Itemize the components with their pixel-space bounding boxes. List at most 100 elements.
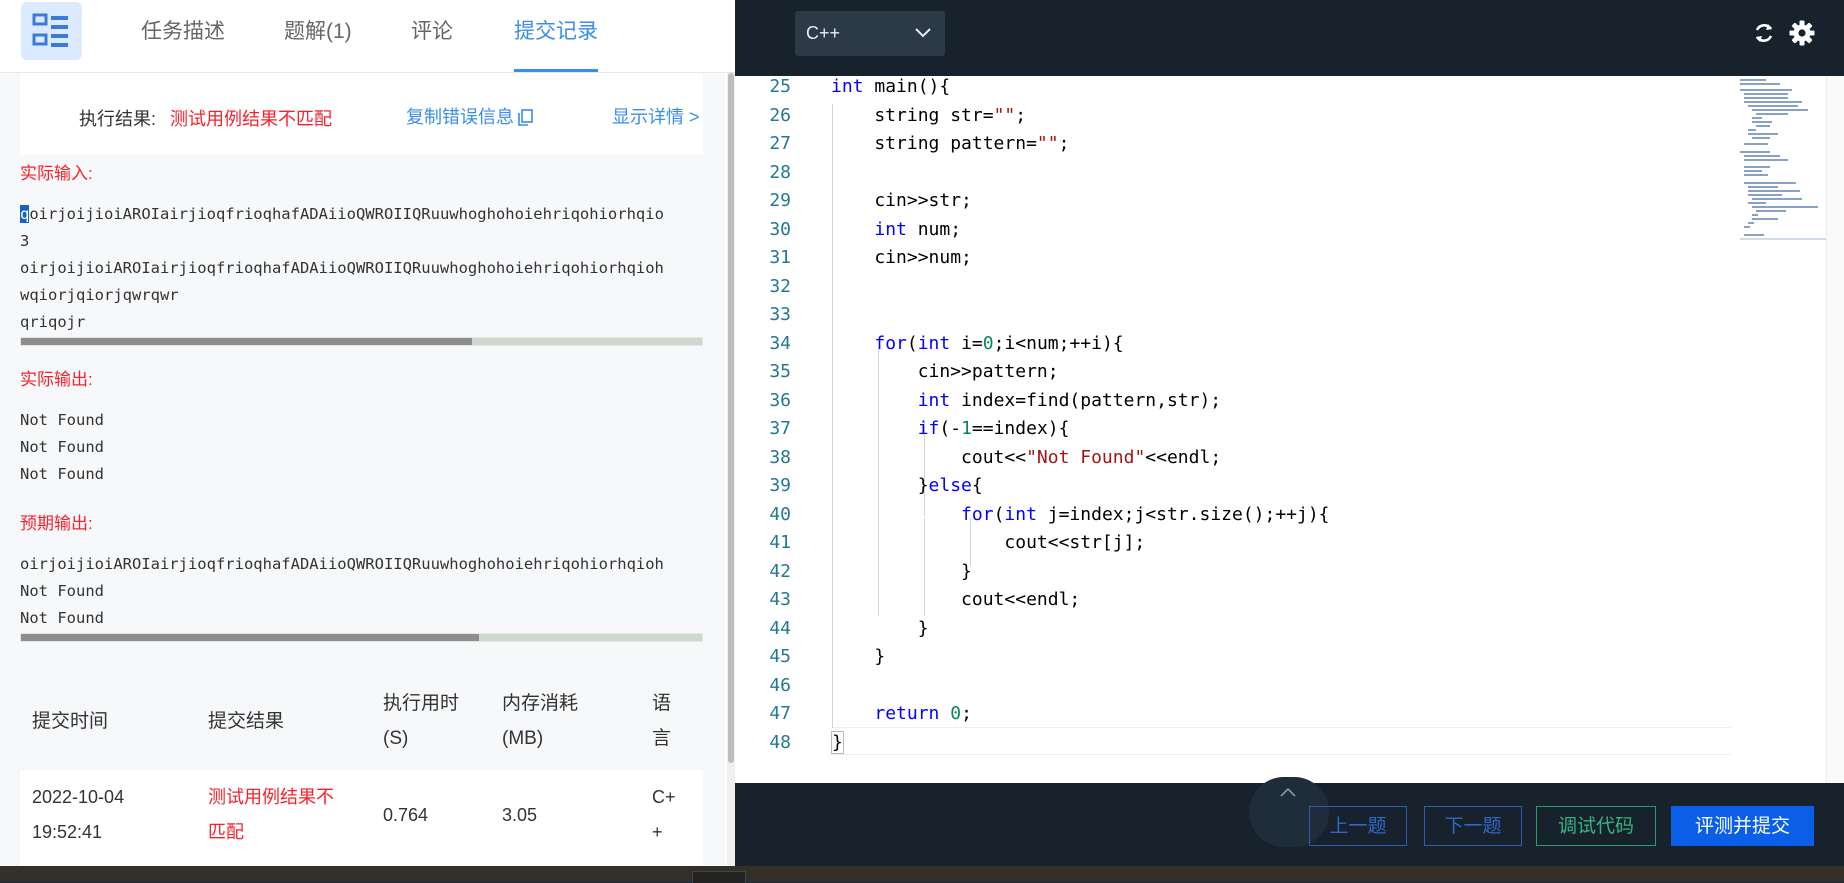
current-line-highlight: [831, 727, 1731, 755]
tab-comments[interactable]: 评论: [411, 0, 453, 72]
code-line: cout<<str[j];: [831, 532, 1146, 553]
tab-task-description[interactable]: 任务描述: [141, 0, 225, 72]
code-line: cin>>num;: [831, 247, 972, 268]
result-label: 执行结果:: [79, 109, 157, 129]
editor-toolbar: C++: [735, 0, 1844, 76]
taskbar-item[interactable]: [692, 871, 746, 883]
cursor-char: q: [20, 205, 30, 223]
actual-input-line-3: oirjoijioiAROIairjioqfrioqhafADAiioQWROI…: [20, 259, 664, 277]
show-details-button[interactable]: 显示详情 >: [612, 103, 700, 129]
submission-detail: 执行结果: 测试用例结果不匹配 复制错误信息 显示详情 > 实际输入: qoir…: [0, 73, 725, 866]
line-number: 29: [769, 190, 791, 211]
editor-vertical-scrollbar[interactable]: [1826, 76, 1844, 783]
line-number: 47: [769, 703, 791, 724]
header-submit-time: 提交时间: [32, 711, 109, 732]
line-number-gutter: 25 26 27 28 29 30 31 32 33 34 35 36 37 38 39 40 41 42 43 44…: [735, 76, 835, 783]
language-select-value: C++: [806, 23, 841, 43]
tab-submissions[interactable]: 提交记录: [514, 0, 598, 72]
code-line: for(int i=0;i<num;++i){: [874, 332, 1124, 354]
submit-result-2: 匹配: [208, 822, 244, 842]
actual-input-block: qoirjoijioiAROIairjioqfrioqhafADAiioQWRO…: [20, 201, 703, 336]
header-language: 语言: [652, 686, 671, 756]
line-number: 31: [769, 247, 791, 268]
scrollbar-thumb[interactable]: [21, 338, 472, 345]
header-language-1: 语: [652, 693, 672, 714]
expected-output-line: Not Found: [20, 582, 104, 600]
header-exec-time: 执行用时 (S): [383, 686, 459, 756]
menu-button[interactable]: [21, 2, 82, 60]
code-line: int num;: [874, 218, 962, 240]
code-line: }else{: [831, 475, 983, 496]
submit-result-1: 测试用例结果不: [208, 787, 334, 807]
code-editor[interactable]: 25 26 27 28 29 30 31 32 33 34 35 36 37 38 39 40 41 42 43 44…: [735, 76, 1844, 783]
scrollbar-thumb[interactable]: [728, 73, 734, 763]
line-number: 39: [769, 475, 791, 496]
code-minimap[interactable]: [1740, 76, 1826, 276]
header-exec-time-label: 执行用时: [383, 693, 460, 714]
line-number: 28: [769, 161, 791, 183]
gear-icon[interactable]: [1789, 20, 1815, 46]
actual-input-title: 实际输入:: [20, 164, 93, 183]
line-number: 35: [769, 361, 791, 382]
submit-date: 2022-10-04: [32, 787, 125, 807]
code-line: }: [831, 560, 972, 582]
copy-icon: [518, 109, 533, 126]
line-number: 42: [769, 560, 791, 582]
actual-input-scrollbar[interactable]: [20, 337, 703, 346]
code-line: string pattern="";: [831, 133, 1070, 154]
code-line: cin>>pattern;: [831, 361, 1059, 382]
header-exec-time-unit: (S): [383, 728, 409, 749]
code-line: cout<<endl;: [831, 589, 1081, 610]
submit-time-cell: 2022-10-04 19:52:41: [32, 780, 124, 850]
evaluate-submit-button[interactable]: 评测并提交: [1671, 806, 1814, 846]
debug-code-button[interactable]: 调试代码: [1536, 806, 1656, 846]
header-memory-label: 内存消耗: [502, 693, 579, 714]
code-line: }: [831, 617, 929, 639]
line-number: 37: [769, 418, 791, 439]
line-number: 46: [769, 674, 791, 696]
left-vertical-scrollbar[interactable]: [727, 73, 735, 866]
submit-clock: 19:52:41: [32, 822, 103, 842]
copy-error-button[interactable]: 复制错误信息: [406, 103, 533, 129]
action-bar: 上一题 下一题 调试代码 评测并提交: [735, 777, 1844, 866]
line-number: 38: [769, 446, 791, 468]
code-line: cin>>str;: [831, 190, 972, 211]
code-line: if(-1==index){: [917, 418, 1070, 439]
actual-input-line-1: oirjoijioiAROIairjioqfrioqhafADAiioQWROI…: [29, 205, 664, 223]
expected-output-scrollbar[interactable]: [20, 633, 703, 642]
scrollbar-thumb[interactable]: [21, 634, 479, 641]
chevron-down-icon: [915, 28, 931, 38]
result-bar: 执行结果: 测试用例结果不匹配 复制错误信息 显示详情 >: [20, 73, 703, 155]
header-language-2: 言: [652, 728, 672, 749]
actual-input-line-2: 3: [20, 232, 30, 250]
prev-problem-button[interactable]: 上一题: [1309, 806, 1407, 846]
actual-output-block: Not Found Not Found Not Found: [20, 407, 703, 488]
header-submit-result: 提交结果: [208, 711, 285, 732]
refresh-icon[interactable]: [1752, 21, 1776, 45]
line-number: 27: [769, 133, 791, 154]
header-memory: 内存消耗 (MB): [502, 686, 578, 756]
expected-output-line: oirjoijioiAROIairjioqfrioqhafADAiioQWROI…: [20, 555, 664, 573]
code-line: int index=find(pattern,str);: [917, 389, 1222, 411]
tab-solutions[interactable]: 题解(1): [284, 0, 352, 72]
language-cell: C+ +: [652, 780, 676, 850]
expected-output-block: oirjoijioiAROIairjioqfrioqhafADAiioQWROI…: [20, 551, 703, 632]
line-number: 41: [769, 532, 791, 553]
line-number: 26: [769, 104, 791, 126]
actual-input-line-5: qriqojr: [20, 313, 86, 331]
line-number: 36: [769, 389, 791, 411]
line-number: 25: [769, 76, 791, 97]
menu-icon: [32, 13, 68, 47]
memory-cell: 3.05: [502, 805, 538, 825]
line-number: 43: [769, 589, 791, 610]
line-number: 30: [769, 218, 791, 240]
code-line: return 0;: [874, 703, 972, 724]
code-line: }: [831, 646, 886, 667]
table-row[interactable]: 2022-10-04 19:52:41 测试用例结果不 匹配 0.764 3.05 …: [20, 770, 703, 866]
actual-input-line-4: wqiorjqiorjqwrqwr: [20, 286, 179, 304]
header-memory-unit: (MB): [502, 728, 544, 749]
language-select[interactable]: C++: [795, 11, 945, 56]
tab-bar: 任务描述 题解(1) 评论 提交记录: [0, 0, 735, 73]
next-problem-button[interactable]: 下一题: [1424, 806, 1522, 846]
actual-output-title: 实际输出:: [20, 370, 93, 389]
